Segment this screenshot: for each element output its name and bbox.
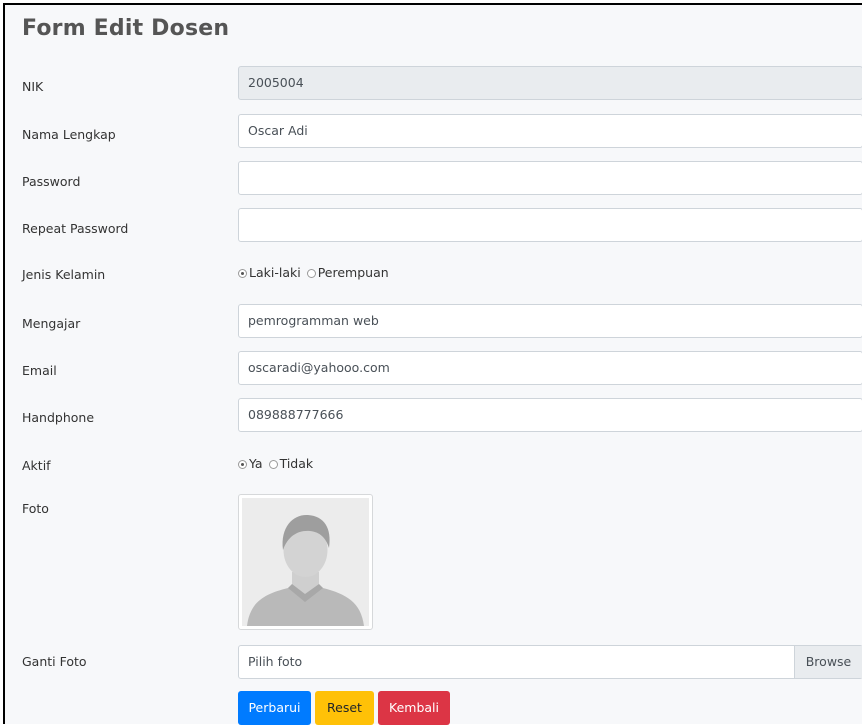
nik-field[interactable]: 2005004 — [238, 66, 862, 100]
kembali-button[interactable]: Kembali — [378, 691, 450, 725]
radio-ya[interactable]: Ya — [238, 456, 263, 471]
perbarui-button[interactable]: Perbarui — [238, 691, 311, 725]
nama-field[interactable]: Oscar Adi — [238, 114, 862, 148]
jenis-kelamin-radio-group: Laki-laki Perempuan — [238, 265, 395, 280]
ganti-foto-label: Ganti Foto — [22, 654, 87, 669]
browse-button[interactable]: Browse — [794, 646, 862, 678]
radio-perempuan-label: Perempuan — [317, 265, 389, 280]
password-field[interactable] — [238, 161, 862, 195]
radio-tidak-label: Tidak — [279, 456, 314, 471]
profile-photo — [238, 494, 373, 630]
form-panel: Form Edit Dosen NIK 2005004 Nama Lengkap… — [3, 3, 862, 725]
radio-laki-laki[interactable]: Laki-laki — [238, 265, 301, 280]
avatar-placeholder-icon — [242, 498, 369, 626]
repeat-password-field[interactable] — [238, 208, 862, 242]
handphone-label: Handphone — [22, 410, 95, 425]
repeat-password-label: Repeat Password — [22, 221, 129, 236]
radio-unchecked-icon[interactable] — [306, 268, 316, 278]
foto-label: Foto — [22, 501, 49, 516]
nama-label: Nama Lengkap — [22, 127, 116, 142]
mengajar-label: Mengajar — [22, 316, 81, 331]
radio-checked-icon[interactable] — [238, 459, 247, 469]
nik-label: NIK — [22, 79, 44, 94]
radio-checked-icon[interactable] — [238, 268, 247, 278]
aktif-label: Aktif — [22, 458, 51, 473]
reset-button[interactable]: Reset — [315, 691, 374, 725]
radio-perempuan[interactable]: Perempuan — [306, 265, 389, 280]
photo-file-input[interactable]: Pilih foto Browse — [238, 645, 862, 679]
email-label: Email — [22, 363, 57, 378]
radio-ya-label: Ya — [249, 456, 263, 471]
radio-laki-laki-label: Laki-laki — [249, 265, 301, 280]
page-title: Form Edit Dosen — [22, 16, 230, 41]
radio-tidak[interactable]: Tidak — [268, 456, 314, 471]
file-input-placeholder: Pilih foto — [248, 654, 303, 669]
handphone-field[interactable]: 089888777666 — [238, 398, 862, 432]
email-field[interactable]: oscaradi@yahooo.com — [238, 351, 862, 385]
password-label: Password — [22, 174, 81, 189]
jenis-kelamin-label: Jenis Kelamin — [22, 267, 106, 282]
radio-unchecked-icon[interactable] — [268, 459, 278, 469]
aktif-radio-group: Ya Tidak — [238, 456, 319, 471]
mengajar-field[interactable]: pemrogramman web — [238, 304, 862, 338]
